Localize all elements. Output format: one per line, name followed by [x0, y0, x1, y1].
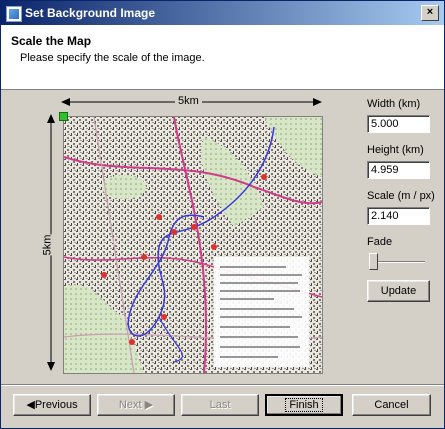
app-icon: [6, 6, 22, 22]
fade-slider-thumb[interactable]: [369, 253, 378, 270]
page-subtitle: Please specify the scale of the image.: [20, 52, 205, 64]
dialog-window: Set Background Image × Scale the Map Ple…: [0, 0, 445, 429]
fade-label: Fade: [367, 236, 393, 248]
height-field[interactable]: [367, 161, 430, 179]
finish-button-label: Finish: [285, 398, 323, 412]
width-field[interactable]: [367, 115, 430, 133]
cancel-button[interactable]: Cancel: [352, 394, 431, 416]
width-dimension-label: 5km: [175, 95, 202, 107]
scale-label: Scale (m / px): [367, 190, 435, 202]
last-button[interactable]: Last: [181, 394, 259, 416]
scale-field[interactable]: [367, 207, 430, 225]
title-bar[interactable]: Set Background Image ×: [1, 1, 444, 25]
close-button[interactable]: ×: [421, 5, 439, 21]
finish-button[interactable]: Finish: [265, 394, 343, 416]
update-button[interactable]: Update: [367, 280, 430, 302]
page-title: Scale the Map: [11, 34, 92, 48]
height-label: Height (km): [367, 144, 424, 156]
map-drawing: [64, 117, 322, 373]
background-map-image: [63, 116, 323, 374]
map-preview-area: 5km 5km: [15, 95, 350, 376]
window-title: Set Background Image: [25, 6, 156, 20]
previous-button[interactable]: ◀Previous: [13, 394, 91, 416]
next-button[interactable]: Next ▶: [97, 394, 175, 416]
resize-handle[interactable]: [59, 112, 68, 121]
wizard-header: Scale the Map Please specify the scale o…: [1, 25, 444, 90]
button-separator: [1, 384, 444, 386]
height-dimension-label: 5km: [38, 234, 57, 256]
width-label: Width (km): [367, 98, 421, 110]
